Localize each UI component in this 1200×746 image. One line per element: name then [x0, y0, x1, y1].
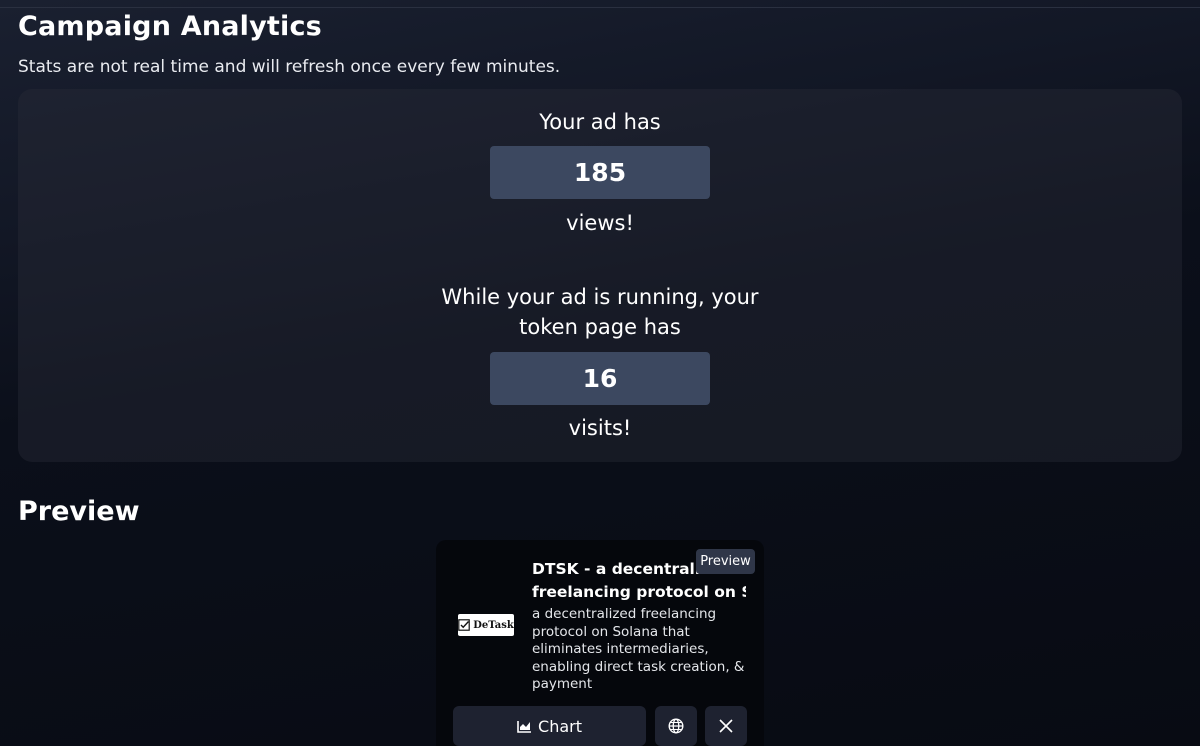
website-button[interactable]	[655, 706, 697, 746]
stats-card: Your ad has 185 views! While your ad is …	[18, 89, 1182, 462]
visits-suffix: visits!	[568, 416, 632, 440]
visits-count-box: 16	[490, 352, 710, 405]
preview-title: Preview	[18, 496, 140, 527]
visits-prefix-line1: While your ad is running, your	[441, 285, 759, 309]
analytics-subtitle: Stats are not real time and will refresh…	[18, 57, 561, 77]
check-box-icon	[458, 619, 471, 631]
preview-badge: Preview	[696, 549, 755, 574]
detask-logo: DeTask	[458, 614, 514, 636]
visits-prefix-line2: token page has	[519, 315, 681, 339]
x-twitter-button[interactable]	[705, 706, 747, 746]
top-divider	[0, 7, 1200, 8]
chart-icon	[517, 720, 532, 733]
ad-preview-card[interactable]: DeTask DTSK - a decentralized freelancin…	[436, 540, 764, 746]
globe-icon	[668, 718, 684, 734]
views-suffix: views!	[566, 211, 634, 235]
ad-title-line2: freelancing protocol on Sol	[532, 583, 746, 601]
campaign-analytics-title: Campaign Analytics	[18, 11, 322, 42]
chart-button[interactable]: Chart	[453, 706, 646, 746]
chart-button-label: Chart	[538, 716, 582, 736]
views-count-box: 185	[490, 146, 710, 199]
x-icon	[719, 719, 733, 733]
logo-text: DeTask	[473, 619, 514, 631]
views-prefix: Your ad has	[539, 110, 661, 134]
ad-description: a decentralized freelancing protocol on …	[532, 606, 745, 692]
